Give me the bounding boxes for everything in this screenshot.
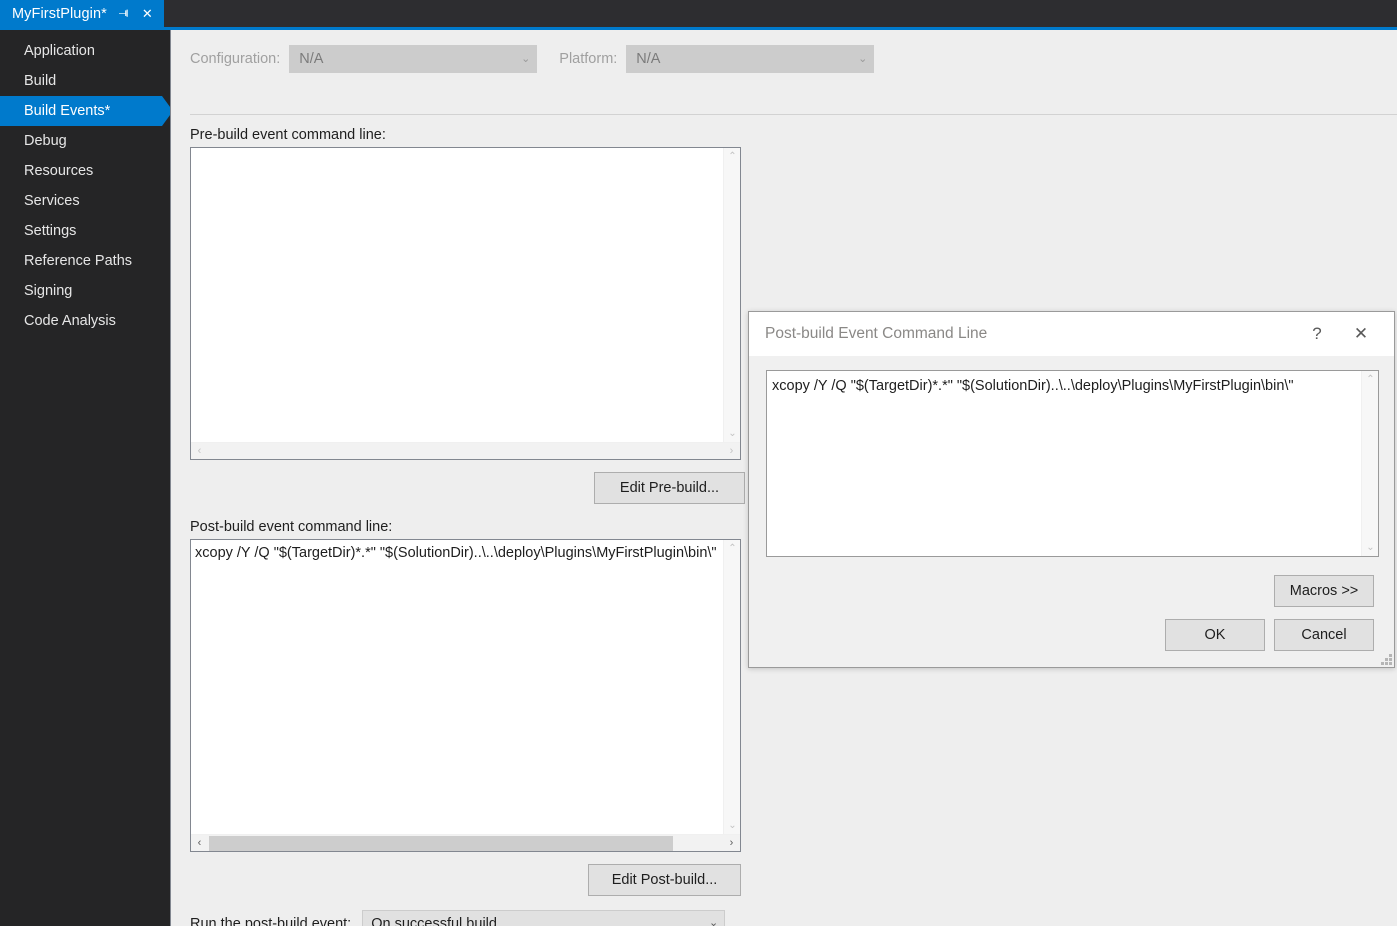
prebuild-label: Pre-build event command line:: [190, 127, 386, 143]
sidebar-item-label: Resources: [24, 163, 94, 179]
sidebar-item-settings[interactable]: Settings: [0, 216, 170, 246]
help-icon[interactable]: ?: [1302, 319, 1332, 349]
postbuild-vertical-scrollbar[interactable]: ⌃ ⌄: [723, 540, 740, 834]
dialog-command-text: xcopy /Y /Q "$(TargetDir)*.*" "$(Solutio…: [772, 378, 1294, 394]
configuration-row: Configuration: N/A ⌄ Platform: N/A ⌄: [190, 44, 890, 74]
scroll-up-icon[interactable]: ⌃: [724, 540, 740, 557]
prebuild-horizontal-scrollbar[interactable]: ‹ ›: [191, 442, 740, 459]
chevron-down-icon: ⌄: [521, 52, 531, 65]
configuration-label: Configuration:: [190, 51, 281, 67]
resize-grip[interactable]: [1379, 652, 1392, 665]
postbuild-horizontal-scrollbar[interactable]: ‹ ›: [191, 834, 740, 851]
sidebar-item-label: Services: [24, 193, 80, 209]
configuration-value: N/A: [299, 51, 324, 67]
chevron-down-icon: ⌄: [858, 52, 868, 65]
configuration-dropdown: N/A ⌄: [289, 45, 538, 73]
run-postbuild-label: Run the post-build event:: [190, 915, 352, 926]
chevron-down-icon: ⌄: [709, 917, 719, 926]
dialog-titlebar[interactable]: Post-build Event Command Line ? ✕: [749, 312, 1394, 356]
scroll-left-icon[interactable]: ‹: [191, 443, 208, 459]
sidebar-item-build-events[interactable]: Build Events*: [0, 96, 173, 126]
platform-value: N/A: [636, 51, 661, 67]
section-divider: [190, 114, 1397, 115]
sidebar-item-label: Code Analysis: [24, 313, 116, 329]
postbuild-label: Post-build event command line:: [190, 519, 393, 535]
sidebar-item-code-analysis[interactable]: Code Analysis: [0, 306, 170, 336]
run-postbuild-row: Run the post-build event: On successful …: [190, 910, 726, 926]
run-postbuild-value: On successful build: [371, 915, 497, 926]
run-postbuild-dropdown[interactable]: On successful build ⌄: [362, 910, 726, 926]
postbuild-command-text: xcopy /Y /Q "$(TargetDir)*.*" "$(Solutio…: [195, 545, 717, 561]
properties-category-sidebar: Application Build Build Events* Debug Re…: [0, 30, 173, 926]
dialog-command-textarea[interactable]: xcopy /Y /Q "$(TargetDir)*.*" "$(Solutio…: [766, 370, 1379, 557]
scroll-down-icon[interactable]: ⌄: [724, 425, 740, 442]
scroll-right-icon[interactable]: ›: [723, 443, 740, 459]
scroll-down-icon[interactable]: ⌄: [724, 817, 740, 834]
tab-title: MyFirstPlugin*: [12, 5, 107, 22]
dialog-vertical-scrollbar[interactable]: ⌃ ⌄: [1361, 371, 1378, 556]
platform-dropdown: N/A ⌄: [626, 45, 875, 73]
postbuild-event-dialog: Post-build Event Command Line ? ✕ xcopy …: [748, 311, 1395, 668]
close-icon[interactable]: ✕: [1346, 319, 1376, 349]
sidebar-item-label: Reference Paths: [24, 253, 133, 269]
sidebar-item-label: Build Events*: [24, 103, 111, 119]
edit-prebuild-button[interactable]: Edit Pre-build...: [594, 472, 745, 504]
sidebar-item-reference-paths[interactable]: Reference Paths: [0, 246, 170, 276]
pin-icon[interactable]: [116, 6, 131, 22]
pane-left-border: [170, 30, 171, 926]
sidebar-item-label: Build: [24, 73, 57, 89]
sidebar-item-label: Debug: [24, 133, 67, 149]
scrollbar-thumb[interactable]: [209, 836, 673, 851]
close-icon[interactable]: ✕: [140, 6, 155, 22]
sidebar-item-label: Signing: [24, 283, 73, 299]
sidebar-item-application[interactable]: Application: [0, 36, 170, 66]
scroll-left-icon[interactable]: ‹: [191, 835, 208, 851]
platform-label: Platform:: [559, 51, 618, 67]
sidebar-item-services[interactable]: Services: [0, 186, 170, 216]
cancel-button[interactable]: Cancel: [1274, 619, 1374, 651]
postbuild-command-textarea[interactable]: xcopy /Y /Q "$(TargetDir)*.*" "$(Solutio…: [190, 539, 741, 852]
scroll-right-icon[interactable]: ›: [723, 835, 740, 851]
scroll-down-icon[interactable]: ⌄: [1362, 539, 1378, 556]
tab-myfirstplugin[interactable]: MyFirstPlugin* ✕: [0, 0, 164, 27]
platform-group: Platform: N/A ⌄: [559, 45, 875, 73]
edit-postbuild-button[interactable]: Edit Post-build...: [588, 864, 741, 896]
sidebar-item-resources[interactable]: Resources: [0, 156, 170, 186]
sidebar-item-debug[interactable]: Debug: [0, 126, 170, 156]
sidebar-item-label: Application: [24, 43, 95, 59]
tab-strip: MyFirstPlugin* ✕: [0, 0, 1397, 27]
sidebar-item-label: Settings: [24, 223, 77, 239]
ok-button[interactable]: OK: [1165, 619, 1265, 651]
sidebar-item-build[interactable]: Build: [0, 66, 170, 96]
project-properties-window: MyFirstPlugin* ✕ Application Build Build…: [0, 0, 1397, 926]
prebuild-command-textarea[interactable]: ⌃ ⌄ ‹ ›: [190, 147, 741, 460]
scroll-up-icon[interactable]: ⌃: [1362, 371, 1378, 388]
macros-button[interactable]: Macros >>: [1274, 575, 1374, 607]
scroll-up-icon[interactable]: ⌃: [724, 148, 740, 165]
prebuild-vertical-scrollbar[interactable]: ⌃ ⌄: [723, 148, 740, 442]
dialog-title: Post-build Event Command Line: [765, 325, 988, 342]
sidebar-item-signing[interactable]: Signing: [0, 276, 170, 306]
